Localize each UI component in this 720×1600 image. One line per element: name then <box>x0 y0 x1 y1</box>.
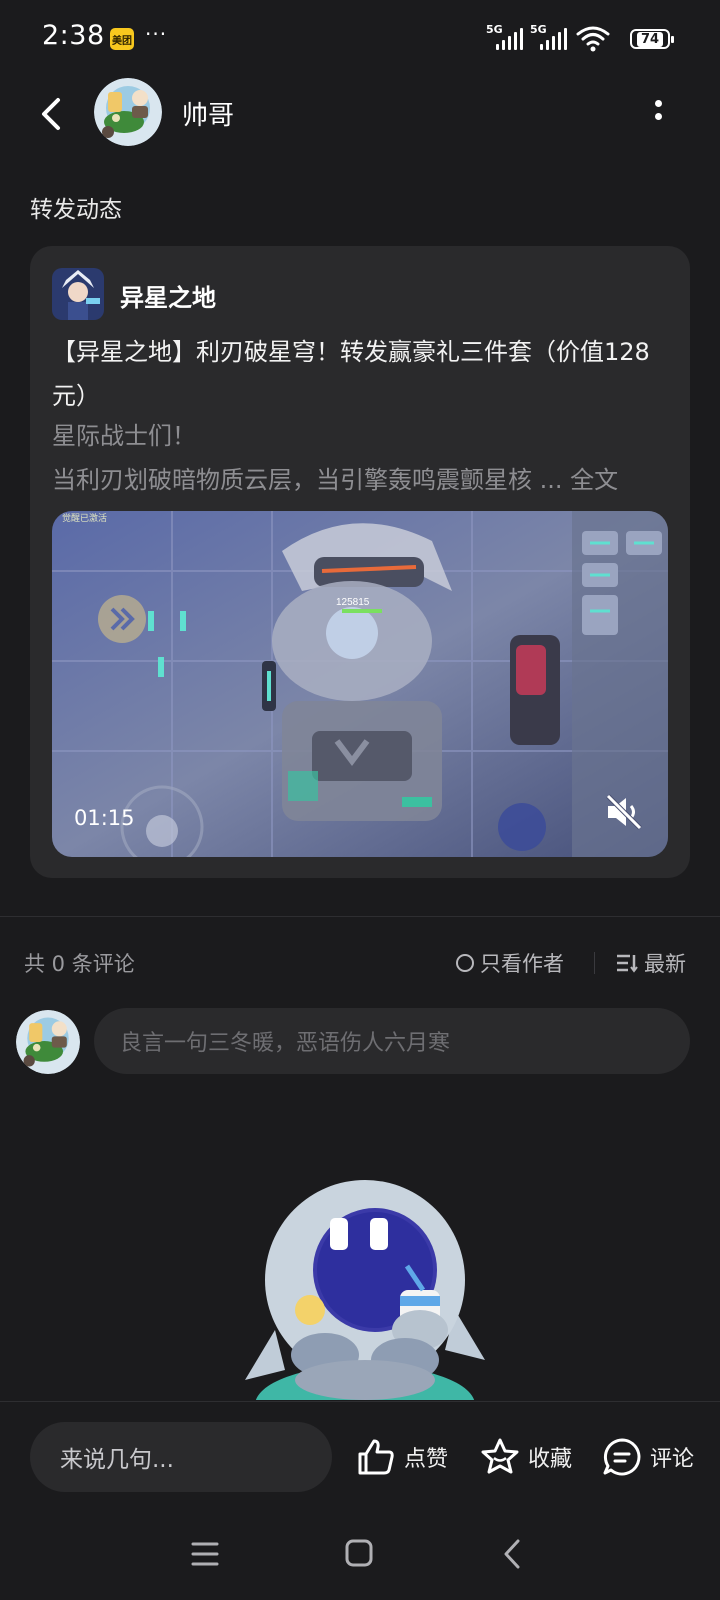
thumbs-up-icon <box>358 1439 394 1475</box>
svg-text:觉醒已激活: 觉醒已激活 <box>62 512 107 523</box>
like-label: 点赞 <box>404 1447 449 1472</box>
sort-label: 最新 <box>644 952 686 976</box>
author-only-label: 只看作者 <box>480 952 564 976</box>
battery-level: 74 <box>636 31 664 47</box>
back-arrow-icon[interactable] <box>36 94 68 134</box>
user-avatar[interactable] <box>94 78 162 146</box>
comment-input[interactable]: 良言一句三冬暖，恶语伤人六月寒 <box>94 1008 690 1074</box>
video-duration: 01:15 <box>74 806 135 830</box>
favorite-label: 收藏 <box>528 1447 573 1472</box>
empty-mascot-illustration <box>245 1180 485 1400</box>
comment-button[interactable]: 评论 <box>602 1432 694 1482</box>
sort-icon <box>617 954 638 973</box>
username[interactable]: 帅哥 <box>182 95 234 132</box>
section-title: 转发动态 <box>30 197 122 223</box>
radio-circle-icon <box>456 954 474 972</box>
game-icon[interactable] <box>52 268 104 320</box>
signal-icon-2: 5G <box>530 23 567 50</box>
battery-icon: 74 <box>630 29 674 49</box>
comment-label: 评论 <box>650 1447 695 1472</box>
star-icon <box>481 1438 519 1474</box>
my-avatar <box>16 1010 80 1074</box>
mute-icon[interactable] <box>604 794 644 830</box>
comment-count: 共 0 条评论 <box>24 952 135 976</box>
favorite-button[interactable]: 收藏 <box>480 1432 572 1482</box>
sort-newest-button[interactable]: 最新 <box>616 948 686 978</box>
game-name[interactable]: 异星之地 <box>120 278 216 313</box>
svg-text:125815: 125815 <box>336 597 370 608</box>
divider <box>0 916 720 917</box>
meituan-app-icon: 美团 <box>110 28 134 50</box>
author-only-toggle[interactable]: 只看作者 <box>456 948 564 978</box>
post-body-text: 当利刃划破暗物质云层，当引擎轰鸣震颤星核 <box>52 466 532 494</box>
post-subtitle: 星际战士们！ <box>52 422 196 450</box>
nav-back-icon[interactable] <box>500 1538 524 1570</box>
status-more-icon: ··· <box>145 22 168 46</box>
separator <box>594 952 595 974</box>
wifi-icon <box>576 26 610 52</box>
like-button[interactable]: 点赞 <box>356 1432 448 1482</box>
system-nav-bar <box>0 1520 720 1600</box>
ellipsis: ... <box>532 466 571 494</box>
say-something-input[interactable]: 来说几句... <box>30 1422 332 1492</box>
status-bar: 2:38 美团 ··· 5G 5G 74 <box>0 0 720 78</box>
menu-icon[interactable] <box>190 1540 220 1568</box>
post-title[interactable]: 【异星之地】利刃破星穹！转发赢豪礼三件套（价值128元） <box>52 330 652 418</box>
post-body: 当利刃划破暗物质云层，当引擎轰鸣震颤星核 ... 全文 <box>52 460 662 495</box>
more-options-icon[interactable] <box>650 100 666 128</box>
home-icon[interactable] <box>344 1538 374 1568</box>
video-thumbnail: 125815 觉醒已激活 <box>52 511 668 857</box>
video-player[interactable]: 125815 觉醒已激活 <box>52 511 668 857</box>
comment-bubble-icon <box>603 1438 641 1476</box>
status-time: 2:38 <box>42 20 105 51</box>
signal-icon: 5G <box>486 23 523 50</box>
full-text-link[interactable]: 全文 <box>570 466 618 494</box>
